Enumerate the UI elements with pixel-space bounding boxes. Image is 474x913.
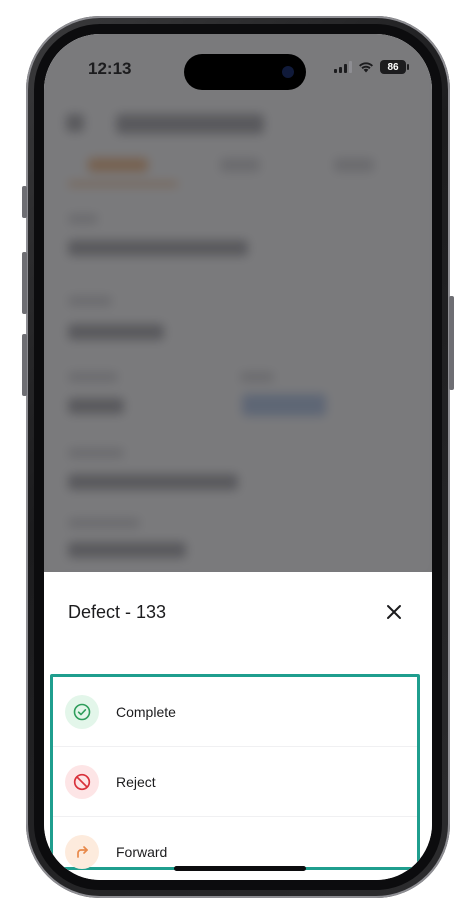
reject-label: Reject (116, 773, 156, 790)
forward-arrow-icon (77, 846, 88, 858)
reject-action[interactable]: Reject (53, 747, 417, 817)
close-button[interactable] (378, 596, 410, 628)
phone-frame: 12:13 86 Defect - 133 Complete Reject Fo… (22, 16, 454, 898)
forward-icon-wrap (65, 835, 99, 869)
home-indicator[interactable] (174, 866, 306, 871)
phone-bezel: 12:13 86 Defect - 133 Complete Reject Fo… (34, 24, 442, 890)
phone-screen: 12:13 86 Defect - 133 Complete Reject Fo… (44, 34, 432, 880)
action-bottom-sheet: Defect - 133 Complete Reject Forward (44, 572, 432, 880)
volume-up-button (22, 252, 27, 314)
complete-icon-wrap (65, 694, 99, 729)
wifi-icon (359, 62, 373, 73)
check-circle-icon (73, 703, 91, 720)
close-icon (387, 605, 401, 619)
sheet-header: Defect - 133 (44, 572, 432, 648)
forward-label: Forward (116, 844, 168, 860)
complete-label: Complete (116, 703, 176, 720)
status-icons: 86 (334, 60, 409, 74)
power-button (449, 296, 454, 390)
cellular-signal-icon (334, 61, 352, 73)
actions-list: Complete Reject Forward (50, 674, 420, 870)
reject-icon-wrap (65, 764, 99, 799)
complete-action[interactable]: Complete (53, 677, 417, 747)
volume-down-button (22, 334, 27, 396)
modal-overlay[interactable] (44, 34, 432, 574)
dynamic-island (184, 54, 306, 90)
sheet-title: Defect - 133 (68, 602, 167, 622)
action-button (22, 186, 27, 218)
block-icon (73, 773, 91, 790)
status-bar: 12:13 86 (44, 34, 432, 94)
status-time: 12:13 (88, 59, 132, 78)
front-camera-icon (282, 66, 294, 78)
battery-icon: 86 (380, 60, 409, 74)
